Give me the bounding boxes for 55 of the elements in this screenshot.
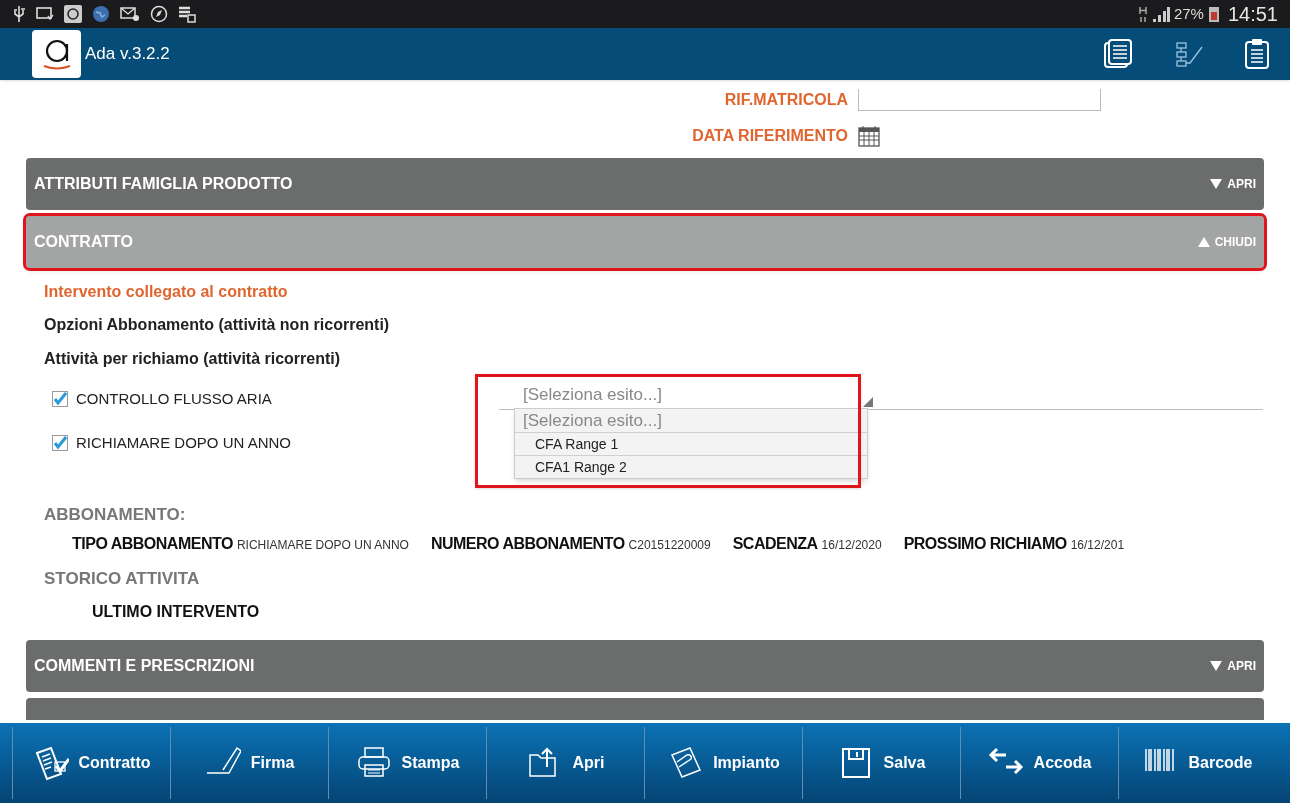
section-subheading: Attività per richiamo (attività ricorrenti): [44, 349, 342, 369]
stack-icon: [178, 5, 196, 23]
dropdown-option[interactable]: CFA1 Range 2: [515, 455, 867, 478]
section-subheading: Opzioni Abbonamento (attività non ricorrenti): [44, 315, 391, 335]
section-action[interactable]: APRI: [1227, 657, 1256, 675]
checkbox-label: CONTROLLO FLUSSO ARIA: [76, 388, 272, 409]
app-icon: [64, 5, 82, 23]
expand-arrow-icon: [1209, 178, 1224, 190]
section-header[interactable]: ATTRIBUTI FAMIGLIA PRODOTTO APRI: [26, 158, 1264, 210]
signal-icon: [1151, 6, 1170, 22]
toolbar-button[interactable]: Accoda: [960, 727, 1118, 799]
info-label: SCADENZA: [732, 534, 818, 554]
toolbar-button[interactable]: Impianto: [644, 727, 802, 799]
checkbox[interactable]: [52, 391, 68, 407]
checkbox-label: RICHIAMARE DOPO UN ANNO: [76, 432, 292, 453]
battery-percent: 27%: [1173, 3, 1204, 24]
compass-icon: [150, 5, 168, 23]
screen-icon: [36, 7, 54, 21]
toolbar-button[interactable]: Contratto: [12, 727, 170, 799]
mail-icon: [120, 6, 140, 22]
documents-icon[interactable]: [1102, 38, 1134, 70]
battery-icon: [1207, 5, 1220, 23]
toolbar-button[interactable]: Stampa: [328, 727, 486, 799]
section-header[interactable]: COMMENTI E PRESCRIZIONI APRI: [26, 640, 1264, 692]
toolbar-button[interactable]: Apri: [486, 727, 644, 799]
info-label: NUMERO ABBONAMENTO: [430, 534, 625, 554]
info-value: RICHIAMARE DOPO UN ANNO: [236, 537, 409, 554]
toolbar-button[interactable]: Firma: [170, 727, 328, 799]
dropdown-corner-icon: [863, 397, 873, 407]
app-title: Ada v.3.2.2: [85, 43, 170, 66]
info-label: TIPO ABBONAMENTO: [72, 534, 233, 554]
text-field[interactable]: [858, 89, 1101, 111]
collapse-arrow-icon: [1196, 236, 1211, 248]
info-heading: ABBONAMENTO:: [44, 504, 187, 526]
toolbar-button[interactable]: Salva: [802, 727, 960, 799]
globe-icon: [92, 5, 110, 23]
usb-icon: [12, 5, 26, 23]
flowchart-edit-icon[interactable]: [1174, 39, 1204, 69]
clipboard-icon[interactable]: [1244, 38, 1270, 70]
section-action[interactable]: APRI: [1227, 175, 1256, 193]
expand-arrow-icon: [1209, 660, 1224, 672]
info-label: PROSSIMO RICHIAMO: [903, 534, 1067, 554]
field-label: RIF.MATRICOLA: [723, 90, 848, 110]
info-value: 16/12/201: [1070, 537, 1125, 554]
dropdown-option[interactable]: CFA Range 1: [515, 432, 867, 455]
network-type-icon: [1137, 5, 1148, 23]
clock: 14:51: [1227, 2, 1278, 27]
info-value: C20151220009: [628, 537, 711, 554]
history-item: ULTIMO INTERVENTO: [91, 602, 261, 622]
toolbar-button[interactable]: Barcode: [1118, 727, 1276, 799]
field-label: DATA RIFERIMENTO: [691, 126, 848, 146]
info-heading: STORICO ATTIVITA: [44, 568, 201, 590]
checkbox[interactable]: [52, 435, 68, 451]
calendar-icon[interactable]: [858, 125, 880, 147]
info-value: 16/12/2020: [821, 537, 882, 554]
